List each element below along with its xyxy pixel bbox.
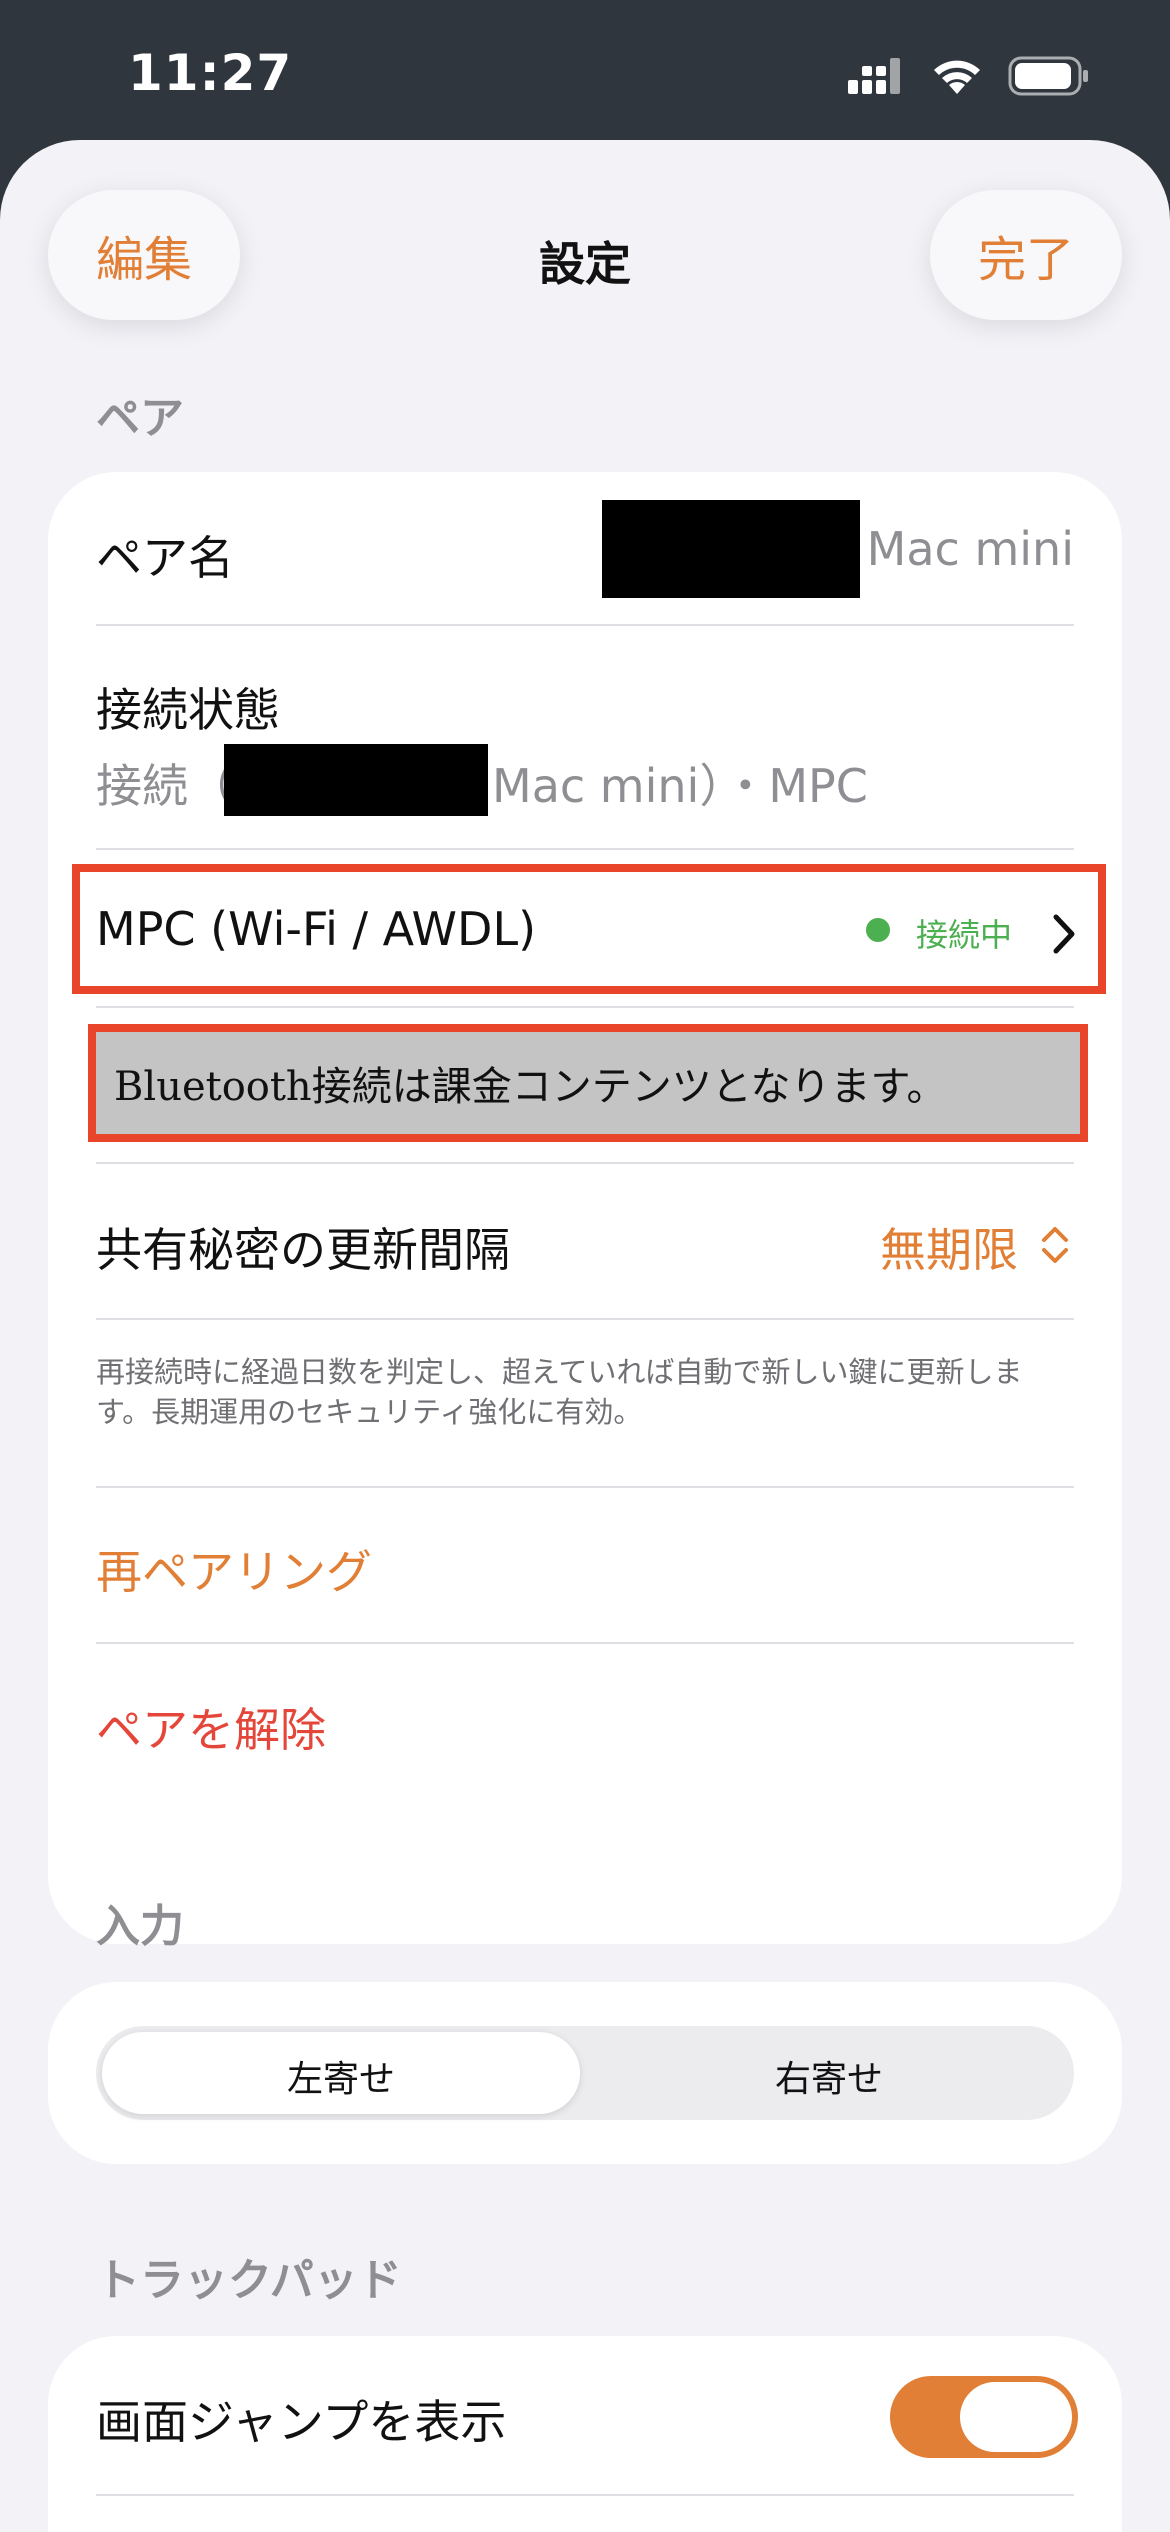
trackpad-card: 画面ジャンプを表示 — [48, 2336, 1122, 2532]
toggle-knob — [960, 2382, 1072, 2452]
rekey-footnote: 再接続時に経過日数を判定し、超えていれば自動で新しい鍵に更新します。長期運用のセ… — [96, 1355, 1023, 1429]
divider — [96, 848, 1074, 850]
section-header-trackpad: トラックパッド — [96, 2255, 402, 2306]
divider — [96, 1642, 1074, 1644]
status-time: 11:27 — [128, 44, 293, 102]
connection-status-label: 接続状態 — [96, 683, 280, 737]
connected-dot-icon — [866, 918, 890, 942]
bluetooth-note: Bluetooth接続は課金コンテンツとなります。 — [88, 1024, 1088, 1142]
divider — [96, 624, 1074, 626]
connection-status-suffix: Mac mini）・MPC — [492, 759, 868, 813]
redacted-block — [224, 744, 488, 816]
screen-jump-label: 画面ジャンプを表示 — [96, 2395, 507, 2449]
divider — [96, 1486, 1074, 1488]
battery-icon — [1008, 56, 1088, 96]
repair-button[interactable]: 再ペアリング — [96, 1536, 372, 1602]
divider — [96, 2494, 1074, 2496]
mpc-label: MPC (Wi-Fi / AWDL) — [96, 902, 537, 956]
rekey-interval-label: 共有秘密の更新間隔 — [96, 1223, 510, 1277]
screen-jump-toggle[interactable] — [890, 2376, 1078, 2458]
status-bar: 11:27 — [0, 0, 1170, 150]
connection-status-prefix: 接続（ — [96, 759, 234, 813]
divider — [96, 1318, 1074, 1320]
signal-icon — [848, 58, 900, 94]
alignment-segmented-control: 左寄せ 右寄せ — [96, 2026, 1074, 2120]
input-card: 左寄せ 右寄せ — [48, 1982, 1122, 2164]
done-button[interactable]: 完了 — [930, 190, 1122, 320]
chevron-right-icon[interactable] — [1050, 912, 1078, 956]
settings-sheet: 編集 設定 完了 ペア ペア名 Mac mini 接続状態 接続（ Mac mi… — [0, 140, 1170, 2532]
chevron-up-down-icon[interactable] — [1038, 1222, 1072, 1268]
mpc-status: 接続中 — [916, 916, 1013, 954]
section-header-input: 入力 — [96, 1901, 184, 1952]
rekey-interval-value[interactable]: 無期限 — [880, 1214, 1018, 1280]
pair-name-value: Mac mini — [866, 522, 1074, 576]
divider — [96, 1006, 1074, 1008]
status-icons — [848, 56, 1090, 96]
divider — [96, 1162, 1074, 1164]
segment-left-align[interactable]: 左寄せ — [102, 2050, 580, 2102]
redacted-block — [602, 500, 860, 598]
section-header-pair: ペア — [96, 393, 184, 444]
unpair-button[interactable]: ペアを解除 — [96, 1694, 326, 1760]
wifi-icon — [934, 60, 980, 94]
pair-name-label: ペア名 — [96, 531, 234, 585]
pair-card: ペア名 Mac mini 接続状態 接続（ Mac mini）・MPC MPC … — [48, 472, 1122, 1944]
segment-right-align[interactable]: 右寄せ — [590, 2050, 1068, 2102]
